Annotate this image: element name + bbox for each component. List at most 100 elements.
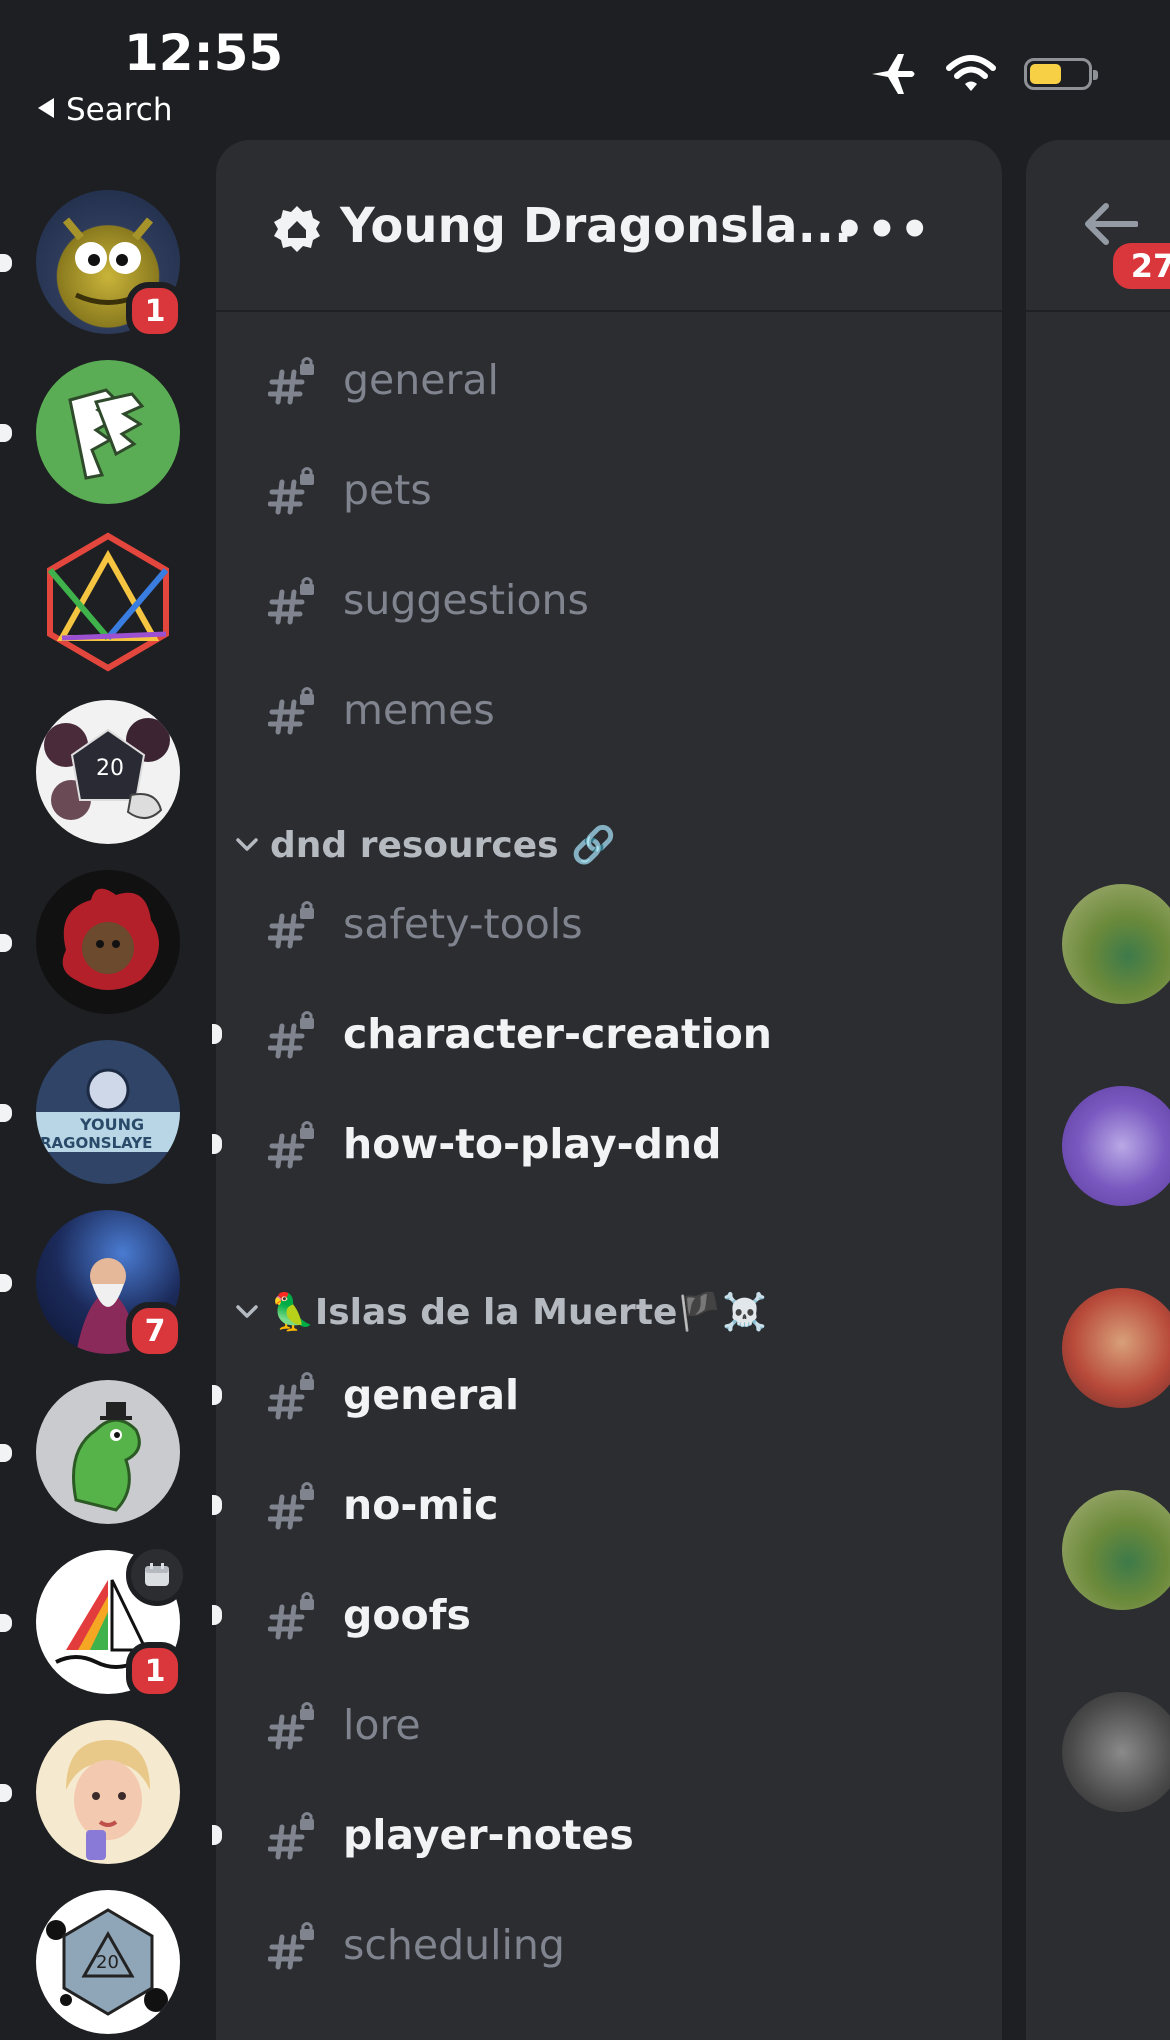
mention-badge: 1	[126, 282, 184, 340]
dino-avatar	[72, 1402, 141, 1512]
young-dragonslayers-avatar: YOUNG RAGONSLAYE	[36, 1068, 180, 1152]
back-arrow-icon	[38, 98, 54, 118]
channel-name: general	[343, 1371, 520, 1419]
unread-indicator	[212, 1385, 222, 1405]
d20-splatter-avatar: 20	[46, 1908, 168, 2016]
locked-channel-icon	[268, 1482, 314, 1530]
channel-item-player-notes[interactable]: player-notes	[212, 1793, 1002, 1877]
server-icon-d20-flowers[interactable]: 20	[36, 700, 180, 844]
channel-item-pets[interactable]: pets	[216, 448, 1002, 532]
unread-indicator	[0, 424, 12, 442]
channel-item-suggestions[interactable]: suggestions	[216, 558, 1002, 642]
unread-indicator	[0, 1274, 12, 1292]
unread-count-badge: 27	[1108, 238, 1170, 294]
chevron-down-icon	[236, 838, 258, 851]
mention-badge: 1	[126, 1642, 184, 1700]
category-islas-de-la-muerte[interactable]: 🦜Islas de la Muerte🏴☠️	[216, 1277, 1002, 1347]
channel-name: scheduling	[343, 1921, 565, 1969]
category-label: dnd resources 🔗	[270, 825, 616, 866]
server-icon-rainbow-sail[interactable]: 1	[0, 1544, 188, 1700]
channel-name: suggestions	[343, 576, 589, 624]
wifi-icon	[946, 55, 996, 91]
channel-panel: Young Dragonsla... ••• general pets sugges…	[212, 140, 1002, 2040]
more-options-button[interactable]: •••	[834, 202, 932, 258]
category-dnd-resources[interactable]: dnd resources 🔗	[216, 810, 1002, 880]
locked-channel-icon	[268, 357, 314, 405]
unread-indicator	[212, 1134, 222, 1154]
locked-channel-icon	[268, 1011, 314, 1059]
server-icon-rainbow-dice[interactable]	[36, 530, 180, 674]
channel-item-goofs[interactable]: goofs	[212, 1573, 1002, 1657]
channel-item-general[interactable]: general	[216, 338, 1002, 422]
member-panel-peek: 27	[1026, 140, 1170, 2040]
calendar-icon	[145, 1563, 169, 1586]
svg-text:RAGONSLAYE: RAGONSLAYE	[40, 1134, 152, 1152]
status-icons	[868, 52, 1098, 96]
channel-item-lore[interactable]: lore	[216, 1683, 1002, 1767]
locked-channel-icon	[268, 467, 314, 515]
channel-name: pets	[343, 466, 432, 514]
channel-item-safety-tools[interactable]: safety-tools	[216, 882, 1002, 966]
channel-item-character-creation[interactable]: character-creation	[212, 992, 1002, 1076]
channel-name: player-notes	[343, 1811, 634, 1859]
server-icon-wizard[interactable]: 7	[0, 1210, 184, 1360]
channel-name: no-mic	[343, 1481, 499, 1529]
back-to-search-link[interactable]: Search	[38, 92, 173, 128]
server-icon-d20-splatter[interactable]: 20	[36, 1890, 180, 2034]
unread-indicator	[0, 1614, 12, 1632]
channel-item-no-mic[interactable]: no-mic	[212, 1463, 1002, 1547]
flame-cat-avatar	[62, 888, 159, 990]
svg-text:20: 20	[96, 1952, 119, 1973]
server-icon-dino[interactable]	[0, 1380, 180, 1524]
member-avatar[interactable]	[1062, 1490, 1170, 1610]
server-icon-young-dragonslayers[interactable]: YOUNG RAGONSLAYE	[0, 1040, 180, 1184]
channel-item-scheduling[interactable]: scheduling	[216, 1903, 1002, 1987]
svg-text:YOUNG: YOUNG	[79, 1115, 144, 1134]
unread-indicator	[0, 1444, 12, 1462]
server-icon-dragon[interactable]: 1	[0, 190, 184, 340]
unread-indicator	[0, 1104, 12, 1122]
unread-indicator	[0, 934, 12, 952]
battery-icon	[1024, 58, 1098, 90]
locked-channel-icon	[268, 1592, 314, 1640]
locked-channel-icon	[268, 901, 314, 949]
back-label: Search	[66, 92, 173, 128]
server-header[interactable]: Young Dragonsla... •••	[216, 140, 1002, 312]
server-name: Young Dragonsla...	[340, 198, 853, 254]
locked-channel-icon	[268, 577, 314, 625]
header-divider	[1026, 310, 1170, 312]
channel-item-general[interactable]: general	[212, 1353, 1002, 1437]
locked-channel-icon	[268, 687, 314, 735]
server-icon-cards[interactable]	[0, 360, 180, 504]
member-avatar[interactable]	[1062, 1692, 1170, 1812]
channel-name: how-to-play-dnd	[343, 1120, 722, 1168]
unread-indicator	[212, 1495, 222, 1515]
status-time: 12:55	[124, 24, 284, 82]
server-icon-flame-cat[interactable]	[0, 870, 180, 1014]
portrait-avatar	[66, 1740, 150, 1860]
unread-indicator	[0, 254, 12, 272]
category-label: 🦜Islas de la Muerte🏴☠️	[270, 1292, 768, 1333]
mention-badge: 7	[126, 1302, 184, 1360]
channel-name: memes	[343, 686, 495, 734]
member-avatar[interactable]	[1062, 1086, 1170, 1206]
channel-name: goofs	[343, 1591, 471, 1639]
locked-channel-icon	[268, 1922, 314, 1970]
channel-item-memes[interactable]: memes	[216, 668, 1002, 752]
locked-channel-icon	[268, 1121, 314, 1169]
unread-indicator	[0, 1784, 12, 1802]
member-avatar[interactable]	[1062, 1288, 1170, 1408]
unread-indicator	[212, 1024, 222, 1044]
member-avatar[interactable]	[1062, 884, 1170, 1004]
d20-flowers-avatar: 20	[44, 718, 170, 820]
locked-channel-icon	[268, 1702, 314, 1750]
server-icon-portrait[interactable]	[0, 1720, 180, 1864]
channel-name: character-creation	[343, 1010, 772, 1058]
channel-name: safety-tools	[343, 900, 583, 948]
locked-channel-icon	[268, 1812, 314, 1860]
cards-avatar	[68, 388, 145, 480]
event-indicator	[126, 1544, 188, 1606]
unread-indicator	[212, 1825, 222, 1845]
channel-item-how-to-play-dnd[interactable]: how-to-play-dnd	[212, 1102, 1002, 1186]
channel-name: lore	[343, 1701, 421, 1749]
